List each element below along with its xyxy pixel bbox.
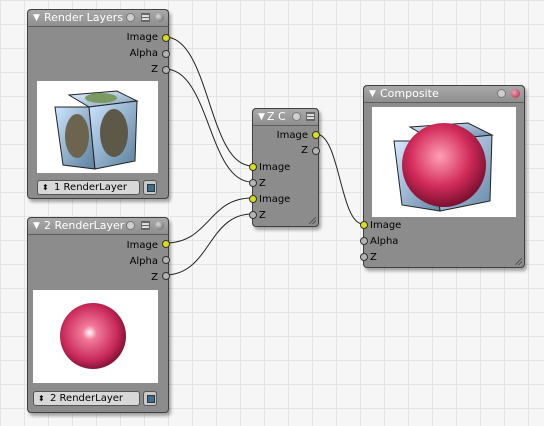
link-rl1-z-to-zc-z1	[164, 68, 253, 183]
render-preview-image	[37, 81, 158, 173]
resize-handle-icon[interactable]	[515, 258, 522, 265]
input-label-z-1: Z	[259, 178, 266, 189]
output-socket-image[interactable]	[162, 34, 170, 42]
output-label-alpha: Alpha	[129, 48, 158, 59]
output-label-image: Image	[126, 32, 158, 43]
composite-node[interactable]: ▼ Composite Image Alpha Z	[360, 85, 525, 268]
image-icon	[147, 395, 155, 403]
zcombine-node[interactable]: ▼ Z C Image Z Image Z Image Z	[249, 108, 320, 227]
collapse-triangle-icon[interactable]: ▼	[258, 109, 265, 125]
resize-handle-icon[interactable]	[309, 217, 316, 224]
plus-icon[interactable]	[126, 221, 135, 230]
input-socket-z-2[interactable]	[249, 211, 257, 219]
composite-preview-graphic	[393, 122, 494, 212]
input-socket-z[interactable]	[360, 253, 368, 261]
link-zc-image-to-composite-image	[315, 133, 364, 225]
input-label-alpha: Alpha	[370, 236, 399, 247]
output-label-alpha: Alpha	[129, 256, 158, 267]
node-header[interactable]: ▼ Render Layers	[28, 10, 168, 27]
cube-preview-graphic	[54, 90, 139, 170]
output-label-z: Z	[151, 272, 158, 283]
collapse-triangle-icon[interactable]: ▼	[33, 10, 40, 26]
layer-select-bar: ⬍ 2 RenderLayer	[33, 391, 158, 406]
input-label-image-1: Image	[259, 162, 291, 173]
input-socket-image-1[interactable]	[249, 163, 257, 171]
node-title: Z C	[267, 110, 286, 123]
sphere-icon[interactable]	[155, 221, 164, 230]
menu-icon[interactable]	[140, 221, 150, 230]
render-preview-image	[33, 290, 158, 383]
node-title: Composite	[380, 87, 439, 100]
plus-icon[interactable]	[291, 112, 301, 121]
input-socket-image-2[interactable]	[249, 195, 257, 203]
node-header[interactable]: ▼ Composite	[364, 86, 524, 103]
node-title: Render Layers	[44, 11, 124, 24]
composite-preview-image	[372, 107, 516, 217]
node-title: 2 RenderLayer	[44, 219, 125, 232]
render-layer-value: 2 RenderLayer	[50, 393, 124, 404]
image-icon	[147, 184, 155, 192]
render-layer-value: 1 RenderLayer	[54, 182, 128, 193]
input-label-image-2: Image	[259, 194, 291, 205]
output-label-image: Image	[126, 240, 158, 251]
input-socket-alpha[interactable]	[360, 237, 368, 245]
input-label-z: Z	[370, 252, 377, 263]
input-label-image: Image	[370, 220, 402, 231]
output-socket-image[interactable]	[162, 240, 170, 248]
updown-arrows-icon: ⬍	[38, 394, 45, 403]
plus-icon[interactable]	[496, 89, 506, 98]
node-header[interactable]: ▼ Z C	[253, 109, 318, 126]
image-browse-button[interactable]	[143, 391, 157, 406]
input-label-z-2: Z	[259, 210, 266, 221]
menu-icon[interactable]	[140, 13, 150, 22]
layer-select-bar: ⬍ 1 RenderLayer	[37, 180, 158, 195]
link-rl2-image-to-zc-image2	[164, 197, 253, 244]
output-label-z: Z	[151, 64, 158, 75]
output-socket-image[interactable]	[312, 131, 320, 139]
menu-icon[interactable]	[306, 112, 315, 121]
output-socket-z[interactable]	[162, 272, 170, 280]
output-socket-z[interactable]	[162, 66, 170, 74]
render-layers-node-1[interactable]: ▼ Render Layers Image Alpha Z ⬍ 1 Render…	[27, 9, 170, 199]
render-layer-dropdown[interactable]: ⬍ 2 RenderLayer	[33, 391, 140, 406]
collapse-triangle-icon[interactable]: ▼	[369, 86, 376, 102]
node-header[interactable]: ▼ 2 RenderLayer	[28, 218, 168, 235]
sphere-icon[interactable]	[155, 13, 164, 22]
plus-icon[interactable]	[126, 13, 135, 22]
render-layers-node-2[interactable]: ▼ 2 RenderLayer Image Alpha Z ⬍ 2 Render…	[27, 217, 170, 413]
link-rl2-z-to-zc-z2	[164, 213, 253, 276]
link-rl1-image-to-zc-image1	[164, 36, 253, 167]
render-layer-dropdown[interactable]: ⬍ 1 RenderLayer	[37, 180, 140, 195]
updown-arrows-icon: ⬍	[42, 183, 49, 192]
image-browse-button[interactable]	[143, 180, 157, 195]
output-socket-alpha[interactable]	[162, 256, 170, 264]
red-sphere-icon[interactable]	[511, 89, 520, 98]
output-label-z: Z	[301, 145, 308, 156]
input-socket-image[interactable]	[360, 221, 368, 229]
collapse-triangle-icon[interactable]: ▼	[33, 218, 40, 234]
input-socket-z-1[interactable]	[249, 179, 257, 187]
output-socket-z[interactable]	[312, 147, 320, 155]
output-label-image: Image	[276, 130, 308, 141]
output-socket-alpha[interactable]	[162, 50, 170, 58]
sphere-preview-graphic	[60, 303, 126, 369]
